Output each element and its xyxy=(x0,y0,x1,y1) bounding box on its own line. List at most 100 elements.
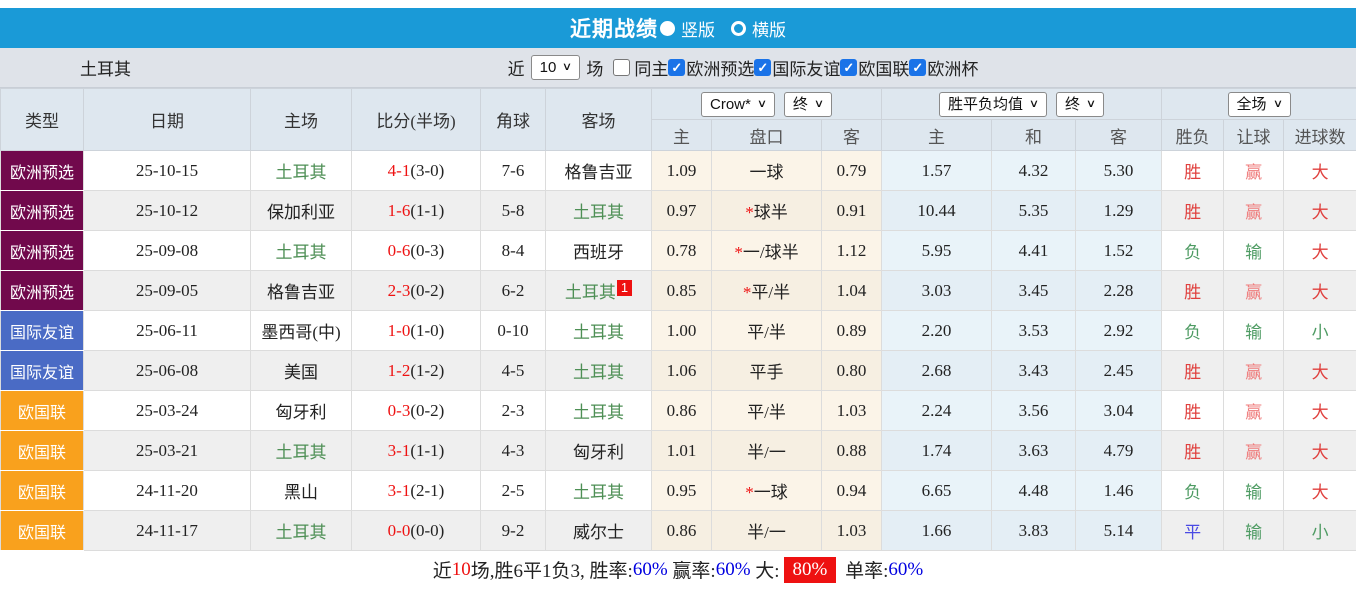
corners-cell: 4-5 xyxy=(481,351,546,391)
competition-checkbox-qualifiers[interactable]: ✓ xyxy=(668,59,685,76)
team-name: 土耳其 xyxy=(80,55,131,80)
home-team-cell: 黑山 xyxy=(251,471,352,511)
avg-home-cell: 1.57 xyxy=(882,151,992,191)
wdl-result-cell: 胜 xyxy=(1162,431,1224,471)
away-team-cell: 威尔士 xyxy=(546,511,652,551)
away-team-cell: 土耳其 xyxy=(546,351,652,391)
competition-tag: 欧洲预选 xyxy=(1,271,84,311)
horizontal-layout-radio[interactable] xyxy=(731,21,746,36)
wdl-result: 胜 xyxy=(1184,203,1201,222)
handicap-line: 一球 xyxy=(750,163,784,182)
odds-away-cell: 0.88 xyxy=(822,431,882,471)
date-cell: 25-03-21 xyxy=(84,431,251,471)
halftime-score: (1-1) xyxy=(410,201,444,220)
avg-away-cell: 1.46 xyxy=(1076,471,1162,511)
vertical-layout-radio[interactable] xyxy=(660,21,675,36)
score-cell: 0-3(0-2) xyxy=(352,391,481,431)
competition-checkbox-friendly[interactable]: ✓ xyxy=(754,59,771,76)
chevron-down-icon: ∨ xyxy=(1029,95,1039,114)
fulltime-score: 2-3 xyxy=(388,281,411,300)
odds-home-cell: 0.85 xyxy=(652,271,712,311)
away-team: 土耳其 xyxy=(573,203,624,222)
goals-result-cell: 大 xyxy=(1284,151,1356,191)
odds-away-cell: 0.80 xyxy=(822,351,882,391)
wdl-result-cell: 负 xyxy=(1162,311,1224,351)
score-cell: 0-6(0-3) xyxy=(352,231,481,271)
odds-away-cell: 1.03 xyxy=(822,511,882,551)
handicap-result-cell: 输 xyxy=(1224,311,1284,351)
avg-home-cell: 5.95 xyxy=(882,231,992,271)
bookmaker-select[interactable]: Crow*∨ xyxy=(701,92,775,117)
avg-home-cell: 10.44 xyxy=(882,191,992,231)
results-table: 类型 日期 主场 比分(半场) 角球 客场 Crow*∨ 终∨ 胜平负均值∨ 终… xyxy=(0,88,1356,551)
col-header-home: 主场 xyxy=(251,89,352,151)
chevron-down-icon: ∨ xyxy=(814,95,824,114)
wdl-result: 胜 xyxy=(1184,283,1201,302)
handicap-line: 球半 xyxy=(754,203,788,222)
avg-away-cell: 5.30 xyxy=(1076,151,1162,191)
handicap-line: 平/半 xyxy=(747,403,786,422)
away-team-cell: 匈牙利 xyxy=(546,431,652,471)
table-row: 欧国联 25-03-24 匈牙利 0-3(0-2) 2-3 土耳其 0.86 平… xyxy=(1,391,1356,431)
away-team: 匈牙利 xyxy=(573,443,624,462)
matches-label: 场 xyxy=(586,55,603,80)
fulltime-score: 3-1 xyxy=(388,481,411,500)
scope-select[interactable]: 全场∨ xyxy=(1228,92,1291,117)
avg-odds-select[interactable]: 胜平负均值∨ xyxy=(939,92,1047,117)
wdl-result: 胜 xyxy=(1184,443,1201,462)
avg-draw-cell: 4.41 xyxy=(992,231,1076,271)
sub-header-wdl: 胜负 xyxy=(1162,120,1224,151)
handicap-cell: 平手 xyxy=(712,351,822,391)
handicap-cell: *一球 xyxy=(712,471,822,511)
handicap-star: * xyxy=(745,483,754,502)
avg-group-header: 胜平负均值∨ 终∨ xyxy=(882,89,1162,120)
horizontal-layout-label[interactable]: 横版 xyxy=(752,16,786,41)
odds-away-cell: 0.94 xyxy=(822,471,882,511)
date-cell: 24-11-20 xyxy=(84,471,251,511)
score-cell: 2-3(0-2) xyxy=(352,271,481,311)
same-home-checkbox[interactable] xyxy=(613,59,630,76)
odds-away-cell: 1.12 xyxy=(822,231,882,271)
handicap-line: 半/一 xyxy=(747,443,786,462)
competition-tag: 欧洲预选 xyxy=(1,231,84,271)
competition-checkbox-euro[interactable]: ✓ xyxy=(909,59,926,76)
col-header-date: 日期 xyxy=(84,89,251,151)
avg-home-cell: 6.65 xyxy=(882,471,992,511)
home-team-cell: 保加利亚 xyxy=(251,191,352,231)
summary-count: 10 xyxy=(452,559,471,581)
table-row: 欧洲预选 25-09-08 土耳其 0-6(0-3) 8-4 西班牙 0.78 … xyxy=(1,231,1356,271)
result-group-header: 全场∨ xyxy=(1162,89,1356,120)
competition-checkbox-nations-league[interactable]: ✓ xyxy=(840,59,857,76)
bookmaker-period-select[interactable]: 终∨ xyxy=(784,92,832,117)
col-header-away: 客场 xyxy=(546,89,652,151)
avg-home-cell: 1.74 xyxy=(882,431,992,471)
wdl-result-cell: 胜 xyxy=(1162,391,1224,431)
goals-result: 大 xyxy=(1312,203,1329,222)
odds-group-header: Crow*∨ 终∨ xyxy=(652,89,882,120)
top-strip xyxy=(0,0,1356,8)
summary-bar: 近10场,胜6平1负3, 胜率:60% 赢率:60% 大:80% 单率:60% xyxy=(0,551,1356,588)
goals-result-cell: 大 xyxy=(1284,431,1356,471)
handicap-result: 输 xyxy=(1245,243,1262,262)
handicap-cell: 平/半 xyxy=(712,311,822,351)
vertical-layout-label[interactable]: 竖版 xyxy=(681,16,715,41)
goals-result: 大 xyxy=(1312,363,1329,382)
table-row: 欧洲预选 25-10-15 土耳其 4-1(3-0) 7-6 格鲁吉亚 1.09… xyxy=(1,151,1356,191)
odds-home-cell: 0.97 xyxy=(652,191,712,231)
date-cell: 25-06-11 xyxy=(84,311,251,351)
wdl-result: 胜 xyxy=(1184,363,1201,382)
avg-period-select[interactable]: 终∨ xyxy=(1056,92,1104,117)
home-team: 土耳其 xyxy=(276,523,327,542)
goals-result-cell: 小 xyxy=(1284,511,1356,551)
away-team-cell: 土耳其 xyxy=(546,191,652,231)
recent-label: 近 xyxy=(508,55,525,80)
avg-draw-cell: 5.35 xyxy=(992,191,1076,231)
avg-home-cell: 1.66 xyxy=(882,511,992,551)
fulltime-score: 3-1 xyxy=(388,441,411,460)
competition-tag: 欧洲预选 xyxy=(1,151,84,191)
table-row: 欧洲预选 25-09-05 格鲁吉亚 2-3(0-2) 6-2 土耳其1 0.8… xyxy=(1,271,1356,311)
recent-count-select[interactable]: 10∨ xyxy=(531,55,581,80)
table-row: 欧国联 24-11-20 黑山 3-1(2-1) 2-5 土耳其 0.95 *一… xyxy=(1,471,1356,511)
corners-cell: 4-3 xyxy=(481,431,546,471)
away-team-cell: 土耳其 xyxy=(546,311,652,351)
